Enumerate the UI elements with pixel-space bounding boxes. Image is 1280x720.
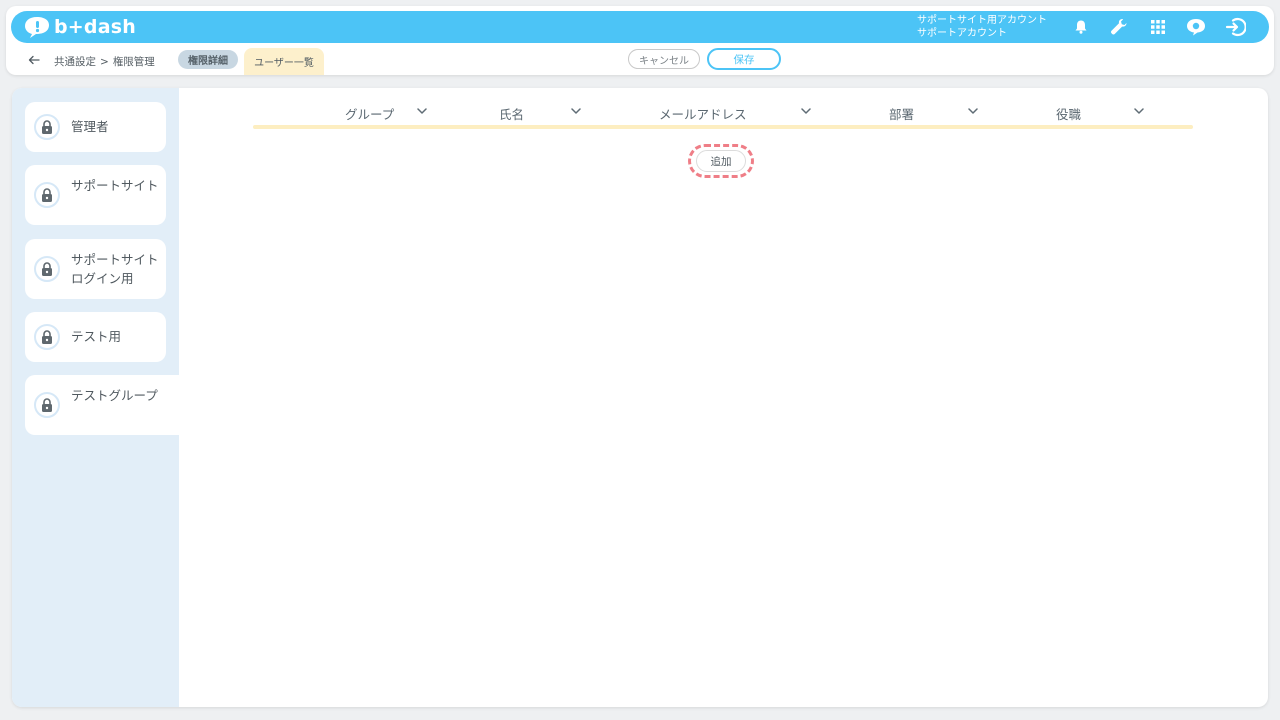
- wrench-icon[interactable]: [1107, 15, 1131, 39]
- sidebar-item-support-site-login[interactable]: サポートサイトログイン用: [25, 239, 166, 299]
- sidebar-item-test-group[interactable]: テストグループ: [25, 375, 179, 435]
- chevron-down-icon[interactable]: [571, 107, 581, 115]
- account-line1: サポートサイト用アカウント: [917, 15, 1047, 26]
- add-button[interactable]: 追加: [696, 150, 746, 172]
- lock-icon: [34, 256, 60, 282]
- logo[interactable]: b+dash: [23, 14, 136, 40]
- bell-icon[interactable]: [1069, 15, 1093, 39]
- sub-bar: 共通設定 > 権限管理 権限詳細 ユーザー一覧 キャンセル 保存: [6, 46, 1274, 75]
- tab-permission-detail[interactable]: 権限詳細: [178, 50, 238, 69]
- chevron-down-icon[interactable]: [1134, 107, 1144, 115]
- breadcrumb-part2: 権限管理: [112, 56, 155, 68]
- logo-bubble-icon: [23, 15, 51, 39]
- sidebar-item-label: テストグループ: [71, 388, 158, 403]
- chevron-down-icon[interactable]: [417, 107, 427, 115]
- table-header-divider: [253, 125, 1193, 129]
- grid-icon[interactable]: [1146, 15, 1170, 39]
- breadcrumb-part1[interactable]: 共通設定: [54, 56, 96, 68]
- lock-icon: [34, 392, 60, 418]
- sidebar-item-admin[interactable]: 管理者: [25, 102, 166, 152]
- chevron-down-icon[interactable]: [801, 107, 811, 115]
- top-bar: b+dash サポートサイト用アカウント サポートアカウント: [11, 11, 1269, 43]
- sidebar-item-label: 管理者: [71, 119, 109, 134]
- breadcrumb-separator: >: [100, 56, 109, 68]
- tab-user-list[interactable]: ユーザー一覧: [244, 48, 324, 75]
- logo-text: b+dash: [54, 16, 136, 38]
- column-header-email[interactable]: メールアドレス: [659, 104, 747, 122]
- save-button[interactable]: 保存: [707, 48, 781, 70]
- column-header-group[interactable]: グループ: [345, 104, 394, 122]
- back-arrow-icon[interactable]: [26, 52, 42, 68]
- column-header-name[interactable]: 氏名: [499, 104, 524, 122]
- column-header-position[interactable]: 役職: [1056, 104, 1081, 122]
- user-list-content: グループ 氏名 メールアドレス 部署 役職 追加: [179, 88, 1268, 707]
- sidebar-item-label: テスト用: [71, 329, 122, 344]
- account-name[interactable]: サポートサイト用アカウント サポートアカウント: [917, 14, 1047, 40]
- breadcrumb: 共通設定 > 権限管理: [54, 54, 159, 69]
- add-button-highlight[interactable]: 追加: [688, 144, 754, 178]
- sidebar-item-test[interactable]: テスト用: [25, 312, 166, 362]
- column-header-department[interactable]: 部署: [889, 104, 914, 122]
- sidebar-item-support-site[interactable]: サポートサイト: [25, 165, 166, 225]
- lock-icon: [34, 324, 60, 350]
- sidebar-item-label: サポートサイトログイン用: [71, 252, 159, 286]
- account-line2: サポートアカウント: [917, 28, 1007, 39]
- chat-badge-icon[interactable]: [1184, 15, 1208, 39]
- logout-icon[interactable]: [1223, 15, 1247, 39]
- group-sidebar: 管理者 サポートサイト サポートサイトログイン用 テスト用 テストグループ: [12, 88, 179, 707]
- lock-icon: [34, 182, 60, 208]
- sidebar-item-label: サポートサイト: [71, 178, 159, 193]
- main-panel: 管理者 サポートサイト サポートサイトログイン用 テスト用 テストグループ グル…: [12, 88, 1268, 707]
- header: b+dash サポートサイト用アカウント サポートアカウント 共通設定 > 権限…: [6, 6, 1274, 75]
- chevron-down-icon[interactable]: [968, 107, 978, 115]
- lock-icon: [34, 114, 60, 140]
- cancel-button[interactable]: キャンセル: [628, 49, 700, 69]
